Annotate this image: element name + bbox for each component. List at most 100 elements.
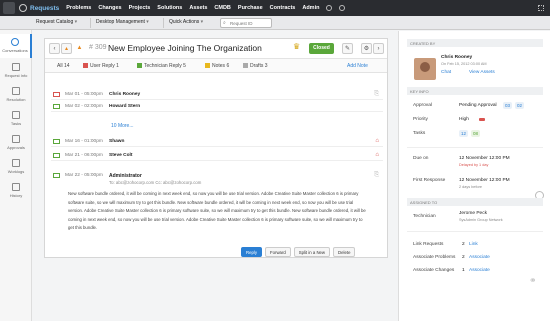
worklogs-icon [12, 159, 20, 167]
email-icon [53, 92, 60, 97]
left-nav-approvals[interactable]: Approvals [0, 135, 32, 150]
view-assets-link[interactable]: View Assets [469, 70, 495, 75]
associate-changes-link[interactable]: Associate [469, 268, 490, 273]
approval-count[interactable]: 03 [503, 102, 513, 109]
associate-problems-count: 2 [462, 255, 465, 260]
divider [407, 147, 543, 148]
link-requests-label: Link Requests [413, 242, 444, 247]
associate-changes-label: Associate Changes [413, 268, 455, 273]
nav-projects[interactable]: Projects [129, 5, 151, 11]
link-requests-link[interactable]: Link [469, 242, 478, 247]
main-nav: Requests Problems Changes Projects Solut… [30, 0, 346, 16]
nav-contracts[interactable]: Contracts [270, 5, 296, 11]
associate-changes-count: 1 [462, 268, 465, 273]
history-icon [12, 183, 20, 191]
tab-drafts[interactable]: Drafts 3 [243, 63, 268, 69]
tab-technician-reply[interactable]: Technician Reply 5 [137, 63, 186, 69]
chat-link[interactable]: Chat [441, 70, 451, 75]
desktop-management-dropdown[interactable]: Desktop Management [96, 19, 149, 25]
nav-assets[interactable]: Assets [189, 5, 207, 11]
app-logo-icon[interactable] [3, 2, 15, 14]
associate-problems-label: Associate Problems [413, 255, 456, 260]
more-conversations-link[interactable]: 10 More... [111, 123, 134, 129]
nav-solutions[interactable]: Solutions [157, 5, 182, 11]
email-icon [53, 173, 60, 178]
user-reply-icon [83, 63, 88, 69]
due-label: Due on [413, 156, 429, 161]
creator-avatar [414, 58, 436, 80]
technician-value[interactable]: Jerome Peck [459, 211, 487, 216]
delete-button[interactable]: Delete [333, 247, 356, 257]
tasks-count[interactable]: 08 [471, 130, 481, 137]
due-delay: Delayed by 1 day [459, 163, 489, 167]
request-number: # 309 [89, 44, 107, 51]
key-info-header: KEY INFO [407, 87, 543, 95]
mail-actions: Reply Forward Split in a New Delete [241, 247, 356, 257]
tab-notes[interactable]: Notes 6 [205, 63, 229, 69]
due-value: 12 November 12:00 PM [459, 156, 510, 161]
nav-purchase[interactable]: Purchase [238, 5, 263, 11]
request-id-search-input[interactable]: Request ID [220, 18, 272, 28]
split-button[interactable]: Split in a New [293, 247, 331, 257]
attachment-icon[interactable]: ⎘ [374, 91, 379, 98]
divider [163, 18, 164, 28]
left-nav-history[interactable]: History [0, 183, 32, 198]
nav-cmdb[interactable]: CMDB [214, 5, 231, 11]
resolution-icon [12, 87, 20, 95]
support-icon[interactable] [339, 5, 346, 11]
request-catalog-dropdown[interactable]: Request Catalog [36, 19, 77, 25]
approval-value: Pending Approval [459, 103, 497, 108]
top-bar: Requests Problems Changes Projects Solut… [0, 0, 550, 16]
nav-changes[interactable]: Changes [98, 5, 121, 11]
lock-icon[interactable]: ⌂ [375, 138, 379, 144]
left-nav-worklogs[interactable]: Worklogs [0, 159, 32, 174]
approval-count[interactable]: 02 [515, 102, 525, 109]
creator-name[interactable]: Chris Rooney [441, 55, 472, 60]
info-icon [12, 63, 20, 71]
email-icon [53, 139, 60, 144]
left-nav-tasks[interactable]: Tasks [0, 111, 32, 126]
quick-actions-dropdown[interactable]: Quick Actions [169, 19, 203, 25]
conversation-row[interactable]: Mar 02 - 02:00pm Howard Stern [51, 101, 383, 112]
associate-problems-link[interactable]: Associate [469, 255, 490, 260]
drafts-icon [243, 63, 248, 69]
link-icon: ⚭ [529, 275, 537, 285]
lock-icon[interactable]: ⌂ [375, 152, 379, 158]
first-response-sub: 2 days before [459, 185, 483, 189]
apps-grid-icon[interactable] [538, 5, 544, 11]
user-icon[interactable] [326, 5, 333, 11]
trophy-icon: ♛ [293, 42, 301, 51]
home-icon[interactable] [17, 2, 29, 14]
conversation-row[interactable]: Mar 01 - 05:00pm Chris Rooney ⎘ [51, 89, 383, 100]
nav-requests[interactable]: Requests [30, 5, 59, 12]
settings-icon[interactable]: ⚙ [361, 43, 372, 54]
tasks-count[interactable]: 12 [459, 130, 469, 137]
tab-all[interactable]: All 14 [57, 63, 70, 69]
back-arrow-icon[interactable]: ‹ [49, 43, 60, 54]
status-button[interactable]: Closed [309, 43, 334, 54]
technician-group: SysAdmin Group Network [459, 218, 503, 222]
left-nav-conversations[interactable]: Conversations [0, 34, 32, 58]
priority-warning-icon[interactable]: ▴ [61, 43, 72, 54]
sub-toolbar: Request Catalog Desktop Management Quick… [0, 16, 550, 30]
created-by-header: CREATED BY [407, 39, 543, 47]
add-note-button[interactable]: Add Note [347, 63, 368, 69]
mail-recipients: To: abc@zohocorp.com Cc: abc@zohocorp.co… [109, 180, 202, 185]
tab-user-reply[interactable]: User Reply 1 [83, 63, 119, 69]
reply-button[interactable]: Reply [241, 247, 262, 257]
edit-icon[interactable]: ✎ [342, 43, 353, 54]
first-response-value: 12 November 12:00 PM [459, 178, 510, 183]
conversation-row[interactable]: Mar 16 - 01:00pm Shawn ⌂ [51, 136, 383, 147]
request-panel: ‹ ▴ ▲ # 309 New Employee Joining The Org… [44, 38, 388, 258]
left-nav-resolution[interactable]: Resolution [0, 87, 32, 102]
next-icon[interactable]: › [373, 43, 384, 54]
nav-problems[interactable]: Problems [66, 5, 91, 11]
divider [407, 231, 543, 232]
nav-admin[interactable]: Admin [302, 5, 319, 11]
priority-value[interactable]: High [459, 117, 469, 122]
left-nav-request-info[interactable]: Request Info [0, 63, 32, 78]
attachment-icon[interactable]: ⎘ [374, 172, 379, 179]
forward-button[interactable]: Forward [265, 247, 291, 257]
email-icon [53, 153, 60, 158]
conversation-row[interactable]: Mar 21 - 06:00pm Steve Colt ⌂ [51, 150, 383, 161]
